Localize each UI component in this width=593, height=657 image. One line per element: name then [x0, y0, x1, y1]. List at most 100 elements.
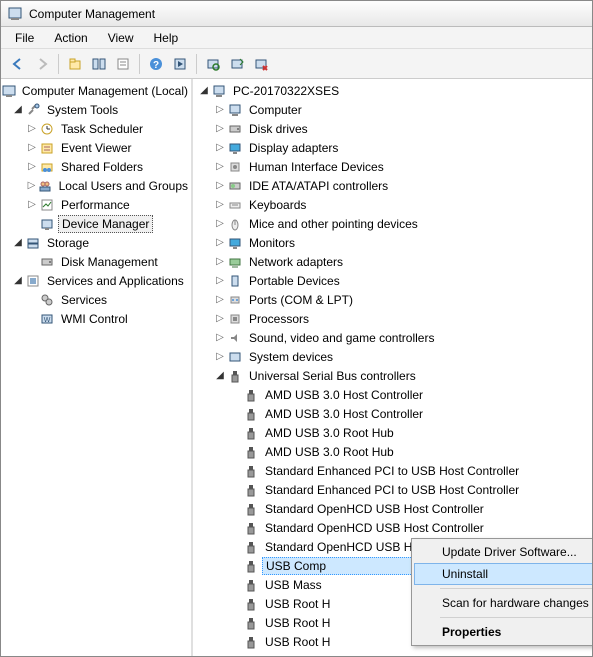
title-bar: Computer Management [1, 1, 592, 27]
performance-icon [39, 197, 55, 213]
usb-device-icon [243, 596, 259, 612]
tree-shared-folders[interactable]: ▷ Shared Folders [1, 157, 191, 176]
properties-button[interactable] [112, 53, 134, 75]
tree-label: Universal Serial Bus controllers [246, 368, 419, 384]
expand-icon[interactable]: ▷ [213, 294, 227, 305]
action-button[interactable] [169, 53, 191, 75]
tree-local-users[interactable]: ▷ Local Users and Groups [1, 176, 191, 195]
category-sound[interactable]: ▷Sound, video and game controllers [193, 328, 592, 347]
context-update-driver[interactable]: Update Driver Software... [414, 541, 592, 563]
show-hide-button[interactable] [88, 53, 110, 75]
expand-icon[interactable]: ▷ [25, 142, 39, 153]
keyboard-icon [227, 197, 243, 213]
context-properties[interactable]: Properties [414, 621, 592, 643]
category-ports[interactable]: ▷Ports (COM & LPT) [193, 290, 592, 309]
tree-event-viewer[interactable]: ▷ Event Viewer [1, 138, 191, 157]
menu-file[interactable]: File [7, 29, 42, 46]
usb-device[interactable]: AMD USB 3.0 Host Controller [193, 385, 592, 404]
tree-task-scheduler[interactable]: ▷ Task Scheduler [1, 119, 191, 138]
expand-icon[interactable]: ▷ [213, 351, 227, 362]
usb-device[interactable]: Standard OpenHCD USB Host Controller [193, 499, 592, 518]
usb-device[interactable]: AMD USB 3.0 Host Controller [193, 404, 592, 423]
expand-icon[interactable]: ▷ [213, 332, 227, 343]
tree-performance[interactable]: ▷ Performance [1, 195, 191, 214]
category-monitors[interactable]: ▷Monitors [193, 233, 592, 252]
scan-hardware-button[interactable] [202, 53, 224, 75]
device-tree[interactable]: ◢ PC-20170322XSES ▷Computer▷Disk drives▷… [193, 79, 592, 656]
tree-disk-management[interactable]: Disk Management [1, 252, 191, 271]
usb-device-icon [243, 520, 259, 536]
menu-help[interactable]: Help [146, 29, 187, 46]
category-usb[interactable]: ◢ Universal Serial Bus controllers [193, 366, 592, 385]
tree-root[interactable]: Computer Management (Local) [1, 81, 191, 100]
context-separator [440, 617, 592, 618]
category-mice[interactable]: ▷Mice and other pointing devices [193, 214, 592, 233]
expand-icon[interactable]: ▷ [213, 161, 227, 172]
category-network[interactable]: ▷Network adapters [193, 252, 592, 271]
tree-label: Standard OpenHCD USB Host Controller [262, 501, 487, 517]
usb-device[interactable]: Standard Enhanced PCI to USB Host Contro… [193, 480, 592, 499]
tree-system-tools[interactable]: ◢ System Tools [1, 100, 191, 119]
category-hid[interactable]: ▷Human Interface Devices [193, 157, 592, 176]
usb-device[interactable]: AMD USB 3.0 Root Hub [193, 423, 592, 442]
up-button[interactable] [64, 53, 86, 75]
help-button[interactable]: ? [145, 53, 167, 75]
tools-icon [25, 102, 41, 118]
usb-device-icon [243, 444, 259, 460]
back-button[interactable] [7, 53, 29, 75]
update-driver-button[interactable] [226, 53, 248, 75]
expand-icon[interactable]: ▷ [213, 199, 227, 210]
usb-device[interactable]: Standard OpenHCD USB Host Controller [193, 518, 592, 537]
expand-icon[interactable]: ▷ [213, 218, 227, 229]
usb-device[interactable]: AMD USB 3.0 Root Hub [193, 442, 592, 461]
expand-icon[interactable]: ▷ [213, 180, 227, 191]
menu-action[interactable]: Action [46, 29, 95, 46]
console-tree[interactable]: Computer Management (Local) ◢ System Too… [1, 79, 193, 656]
tree-storage[interactable]: ◢ Storage [1, 233, 191, 252]
category-portable[interactable]: ▷Portable Devices [193, 271, 592, 290]
tree-device-manager[interactable]: Device Manager [1, 214, 191, 233]
tree-services[interactable]: Services [1, 290, 191, 309]
collapse-icon[interactable]: ◢ [197, 85, 211, 96]
category-processors[interactable]: ▷Processors [193, 309, 592, 328]
collapse-icon[interactable]: ◢ [11, 104, 25, 115]
context-uninstall[interactable]: Uninstall [414, 563, 592, 585]
category-system-devices[interactable]: ▷System devices [193, 347, 592, 366]
category-display-adapters[interactable]: ▷Display adapters [193, 138, 592, 157]
usb-icon [227, 368, 243, 384]
menu-view[interactable]: View [100, 29, 142, 46]
collapse-icon[interactable]: ◢ [213, 370, 227, 381]
toolbar-separator [139, 54, 140, 74]
context-menu: Update Driver Software... Uninstall Scan… [411, 538, 592, 646]
collapse-icon[interactable]: ◢ [11, 275, 25, 286]
tree-label: AMD USB 3.0 Host Controller [262, 406, 426, 422]
expand-icon[interactable]: ▷ [25, 199, 39, 210]
category-disk-drives[interactable]: ▷Disk drives [193, 119, 592, 138]
usb-device[interactable]: USB Root H [193, 651, 592, 656]
usb-device[interactable]: Standard Enhanced PCI to USB Host Contro… [193, 461, 592, 480]
uninstall-button[interactable] [250, 53, 272, 75]
expand-icon[interactable]: ▷ [25, 123, 39, 134]
tree-label: USB Root H [262, 634, 333, 650]
expand-icon[interactable]: ▷ [213, 237, 227, 248]
collapse-icon[interactable]: ◢ [11, 237, 25, 248]
expand-icon[interactable]: ▷ [213, 104, 227, 115]
category-computer[interactable]: ▷Computer [193, 100, 592, 119]
tree-wmi[interactable]: W WMI Control [1, 309, 191, 328]
expand-icon[interactable]: ▷ [213, 313, 227, 324]
expand-icon[interactable]: ▷ [25, 180, 38, 191]
category-keyboards[interactable]: ▷Keyboards [193, 195, 592, 214]
window-title: Computer Management [29, 7, 155, 21]
context-scan[interactable]: Scan for hardware changes [414, 592, 592, 614]
forward-button[interactable] [31, 53, 53, 75]
tree-label: Event Viewer [58, 140, 134, 156]
category-ide[interactable]: ▷IDE ATA/ATAPI controllers [193, 176, 592, 195]
tree-services-apps[interactable]: ◢ Services and Applications [1, 271, 191, 290]
expand-icon[interactable]: ▷ [25, 161, 39, 172]
expand-icon[interactable]: ▷ [213, 275, 227, 286]
expand-icon[interactable]: ▷ [213, 123, 227, 134]
usb-device-icon [243, 558, 259, 574]
expand-icon[interactable]: ▷ [213, 256, 227, 267]
device-root[interactable]: ◢ PC-20170322XSES [193, 81, 592, 100]
expand-icon[interactable]: ▷ [213, 142, 227, 153]
